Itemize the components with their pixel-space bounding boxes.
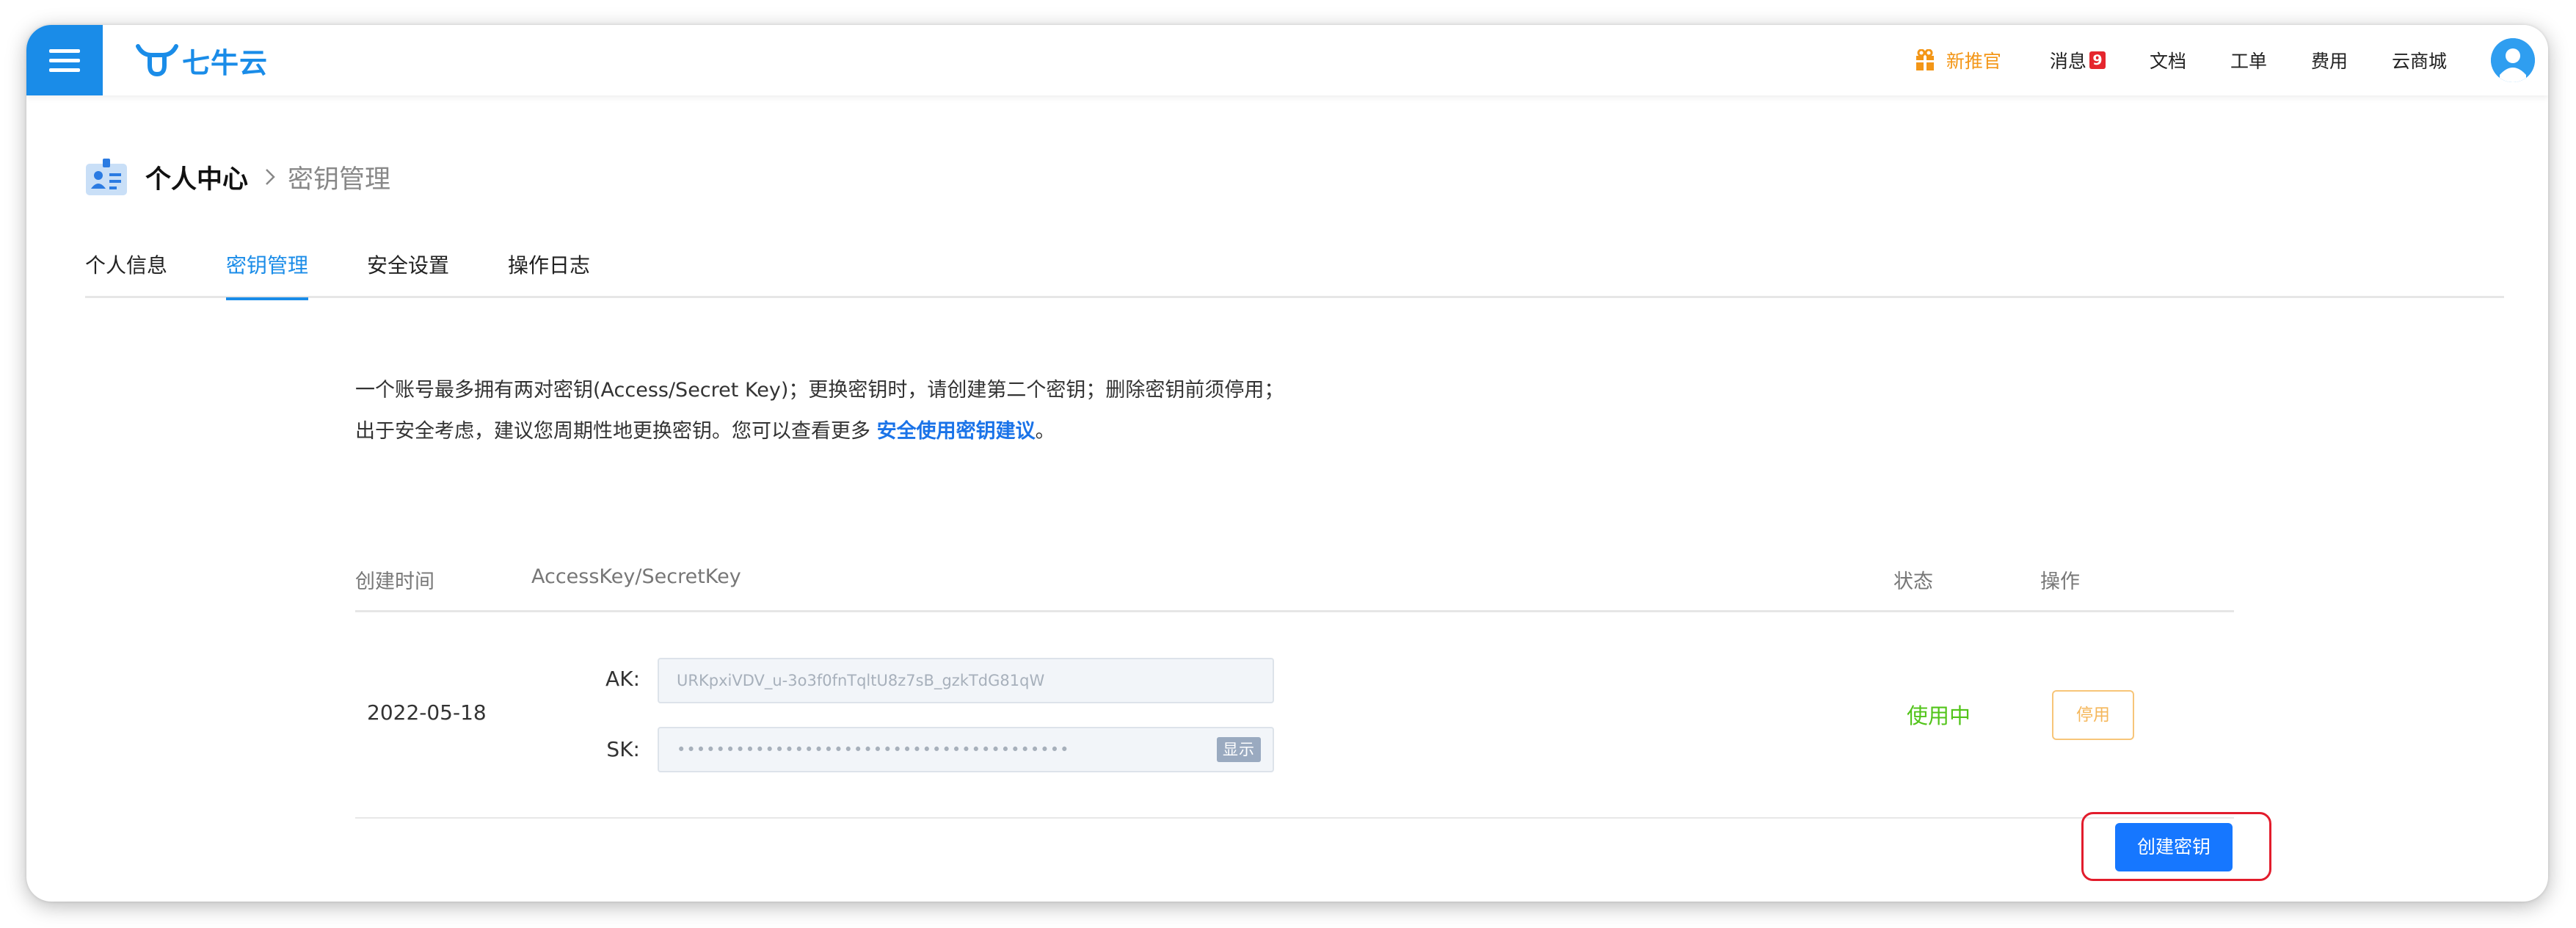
nav-tickets-link[interactable]: 工单 bbox=[2230, 47, 2267, 73]
nav-billing-link[interactable]: 费用 bbox=[2311, 47, 2348, 73]
nav-marketplace-link[interactable]: 云商城 bbox=[2392, 47, 2447, 73]
breadcrumb-current: 密钥管理 bbox=[288, 164, 391, 195]
disable-key-button[interactable]: 停用 bbox=[2052, 690, 2134, 740]
secret-key-masked-value: •••••••••••••••••••••••••••••••••••••••• bbox=[677, 741, 1070, 758]
column-header-created: 创建时间 bbox=[355, 570, 434, 593]
status-badge: 使用中 bbox=[1907, 703, 1971, 728]
created-date: 2022-05-18 bbox=[367, 700, 487, 725]
nav-messages-link[interactable]: 消息 9 bbox=[2050, 47, 2106, 73]
access-key-field[interactable]: URKpxiVDV_u-3o3f0fnTqltU8z7sB_gzkTdG81qW bbox=[658, 658, 1274, 703]
message-count-badge: 9 bbox=[2089, 51, 2106, 69]
id-card-icon bbox=[86, 159, 127, 195]
tab-profile[interactable]: 个人信息 bbox=[85, 245, 167, 298]
menu-bar-icon bbox=[49, 58, 80, 62]
tab-bar: 个人信息 密钥管理 安全设置 操作日志 bbox=[85, 245, 2504, 300]
tab-security-settings[interactable]: 安全设置 bbox=[367, 245, 449, 298]
show-secret-key-button[interactable]: 显示 bbox=[1217, 737, 1261, 762]
qiniu-bull-logo-icon bbox=[136, 44, 178, 77]
nav-docs-link[interactable]: 文档 bbox=[2150, 47, 2186, 73]
nav-billing-label: 费用 bbox=[2310, 51, 2348, 72]
column-header-keys: AccessKey/SecretKey bbox=[531, 565, 741, 588]
nav-messages-label: 消息 bbox=[2049, 51, 2086, 72]
column-header-actions: 操作 bbox=[2040, 570, 2080, 593]
brand-logo[interactable]: 七牛云 bbox=[135, 40, 268, 81]
nav-tickets-label: 工单 bbox=[2230, 51, 2267, 72]
breadcrumb-parent[interactable]: 个人中心 bbox=[145, 159, 248, 196]
nav-promo-label: 新推官 bbox=[1946, 51, 2001, 72]
description-text: 一个账号最多拥有两对密钥(Access/Secret Key)；更换密钥时，请创… bbox=[355, 379, 1284, 443]
access-key-label: AK: bbox=[605, 667, 640, 691]
nav-marketplace-label: 云商城 bbox=[2391, 51, 2447, 72]
secret-key-field[interactable]: ••••••••••••••••••••••••••••••••••••••••… bbox=[658, 727, 1274, 772]
menu-bar-icon bbox=[49, 68, 80, 72]
app-window: 七牛云 新推官 消息 9 文档 工单 费用 云商城 个人中心 密钥管理 个人信息… bbox=[26, 25, 2548, 902]
user-avatar[interactable] bbox=[2491, 38, 2535, 82]
nav-docs-label: 文档 bbox=[2149, 51, 2186, 72]
brand-name: 七牛云 bbox=[182, 46, 269, 79]
access-key-value: URKpxiVDV_u-3o3f0fnTqltU8z7sB_gzkTdG81qW bbox=[677, 672, 1045, 689]
breadcrumb: 个人中心 密钥管理 bbox=[85, 156, 390, 198]
secret-key-label: SK: bbox=[606, 737, 640, 761]
menu-bar-icon bbox=[49, 48, 80, 53]
table-row: 2022-05-18 AK: URKpxiVDV_u-3o3f0fnTqltU8… bbox=[355, 612, 2234, 819]
user-avatar-icon bbox=[2491, 38, 2535, 82]
create-key-button[interactable]: 创建密钥 bbox=[2115, 823, 2233, 871]
hamburger-menu-button[interactable] bbox=[26, 25, 103, 95]
key-policy-description: 一个账号最多拥有两对密钥(Access/Secret Key)；更换密钥时，请创… bbox=[355, 370, 1302, 452]
security-advice-link[interactable]: 安全使用密钥建议 bbox=[877, 420, 1036, 443]
table-header: 创建时间 AccessKey/SecretKey 状态 操作 bbox=[355, 555, 2234, 612]
nav-promo-link[interactable]: 新推官 bbox=[1915, 47, 2001, 73]
description-suffix: 。 bbox=[1035, 420, 1055, 443]
header-nav: 新推官 消息 9 文档 工单 费用 云商城 bbox=[1915, 25, 2548, 95]
tab-operation-log[interactable]: 操作日志 bbox=[508, 245, 590, 298]
gift-icon bbox=[1915, 49, 1934, 70]
chevron-right-icon bbox=[264, 167, 276, 186]
tab-key-management[interactable]: 密钥管理 bbox=[226, 245, 309, 300]
column-header-status: 状态 bbox=[1893, 570, 1933, 593]
top-bar: 七牛云 新推官 消息 9 文档 工单 费用 云商城 bbox=[26, 25, 2548, 95]
